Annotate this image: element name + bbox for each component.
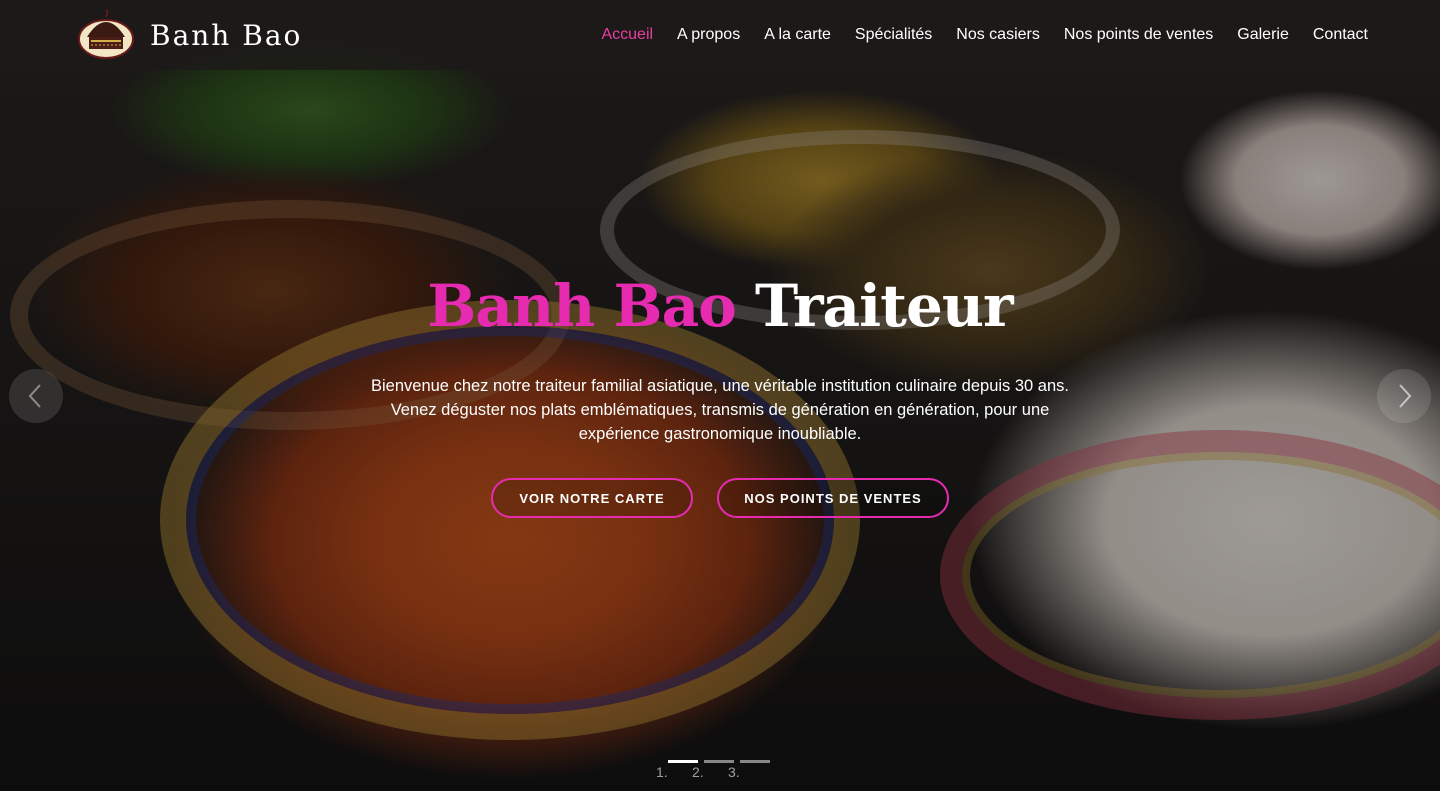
- indicator-number: 2.: [692, 764, 704, 780]
- brand-logo[interactable]: Banh Bao: [77, 9, 302, 61]
- hero-description: Bienvenue chez notre traiteur familial a…: [371, 377, 1069, 443]
- indicator-number: 3.: [728, 764, 740, 780]
- nav-item-a-la-carte[interactable]: A la carte: [764, 26, 831, 44]
- nav-item-a-propos[interactable]: A propos: [677, 26, 740, 44]
- carousel-indicators: 1. 2. 3.: [656, 760, 770, 780]
- nav-item-specialites[interactable]: Spécialités: [855, 26, 932, 44]
- carousel-indicator[interactable]: 2.: [692, 760, 734, 780]
- banh-bao-logo-icon: [78, 9, 134, 59]
- nav-item-accueil[interactable]: Accueil: [601, 26, 653, 44]
- indicator-number: 1.: [656, 764, 668, 780]
- nav-item-points-de-ventes[interactable]: Nos points de ventes: [1064, 26, 1213, 44]
- nav-item-nos-casiers[interactable]: Nos casiers: [956, 26, 1040, 44]
- points-of-sale-button[interactable]: NOS POINTS DE VENTES: [717, 478, 949, 518]
- carousel-indicator[interactable]: 3.: [728, 760, 770, 780]
- chevron-right-icon: [1399, 384, 1412, 408]
- main-nav: Accueil A propos A la carte Spécialités …: [601, 0, 1368, 70]
- chevron-left-icon: [28, 384, 41, 408]
- hero-title-suffix: Traiteur: [755, 272, 1014, 340]
- carousel-prev-button[interactable]: [9, 369, 63, 423]
- carousel-next-button[interactable]: [1377, 369, 1431, 423]
- view-menu-button[interactable]: VOIR NOTRE CARTE: [491, 478, 693, 518]
- brand-name: Banh Bao: [150, 18, 303, 52]
- site-header: Banh Bao Accueil A propos A la carte Spé…: [0, 0, 1440, 70]
- nav-item-contact[interactable]: Contact: [1313, 26, 1368, 44]
- hero-title: Banh Bao Traiteur: [0, 272, 1440, 340]
- carousel-indicator[interactable]: 1.: [656, 760, 698, 780]
- hero-title-brand: Banh Bao: [427, 272, 736, 340]
- nav-item-galerie[interactable]: Galerie: [1237, 26, 1289, 44]
